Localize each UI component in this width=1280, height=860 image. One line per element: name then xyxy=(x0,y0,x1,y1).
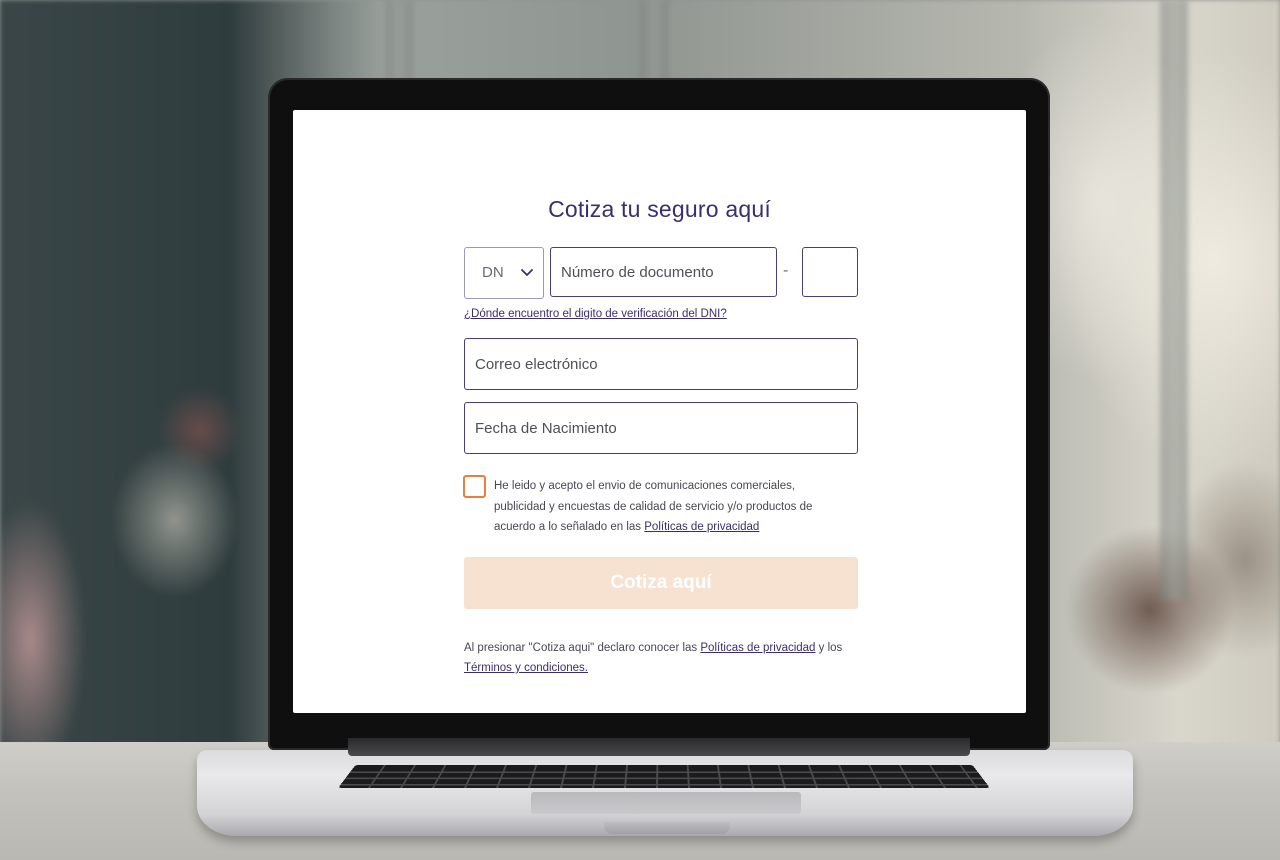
submit-button[interactable]: Cotiza aquí xyxy=(464,557,858,609)
laptop-hinge xyxy=(348,738,970,756)
email-input[interactable] xyxy=(465,339,857,389)
verification-digit-input[interactable] xyxy=(803,248,857,296)
terms-link[interactable]: Términos y condiciones. xyxy=(464,662,588,674)
birth-date-input[interactable] xyxy=(465,403,857,453)
document-separator: - xyxy=(783,262,789,279)
legal-prefix: Al presionar "Cotiza aqui" declaro conoc… xyxy=(464,642,698,654)
consent-text: He leido y acepto el envio de comunicaci… xyxy=(494,476,846,538)
background-window-frame xyxy=(1160,0,1188,600)
consent-privacy-link[interactable]: Políticas de privacidad xyxy=(644,521,759,533)
document-number-field[interactable] xyxy=(550,247,777,297)
consent-checkbox[interactable] xyxy=(463,475,486,498)
legal-notice: Al presionar "Cotiza aqui" declaro conoc… xyxy=(464,638,858,678)
form-title: Cotiza tu seguro aquí xyxy=(548,196,771,222)
chevron-down-icon xyxy=(521,269,533,276)
verification-digit-field[interactable] xyxy=(802,247,858,297)
legal-connector: y los xyxy=(818,642,843,654)
laptop-trackpad xyxy=(531,792,801,814)
laptop-keyboard xyxy=(338,764,990,788)
document-type-value: DN xyxy=(482,264,504,281)
document-type-select[interactable]: DN xyxy=(464,247,544,299)
laptop-notch xyxy=(604,822,730,834)
dni-help-link[interactable]: ¿Dónde encuentro el digito de verificaci… xyxy=(464,308,727,320)
document-number-input[interactable] xyxy=(551,248,776,296)
legal-privacy-link[interactable]: Políticas de privacidad xyxy=(700,642,815,654)
email-field[interactable] xyxy=(464,338,858,390)
birth-date-field[interactable] xyxy=(464,402,858,454)
